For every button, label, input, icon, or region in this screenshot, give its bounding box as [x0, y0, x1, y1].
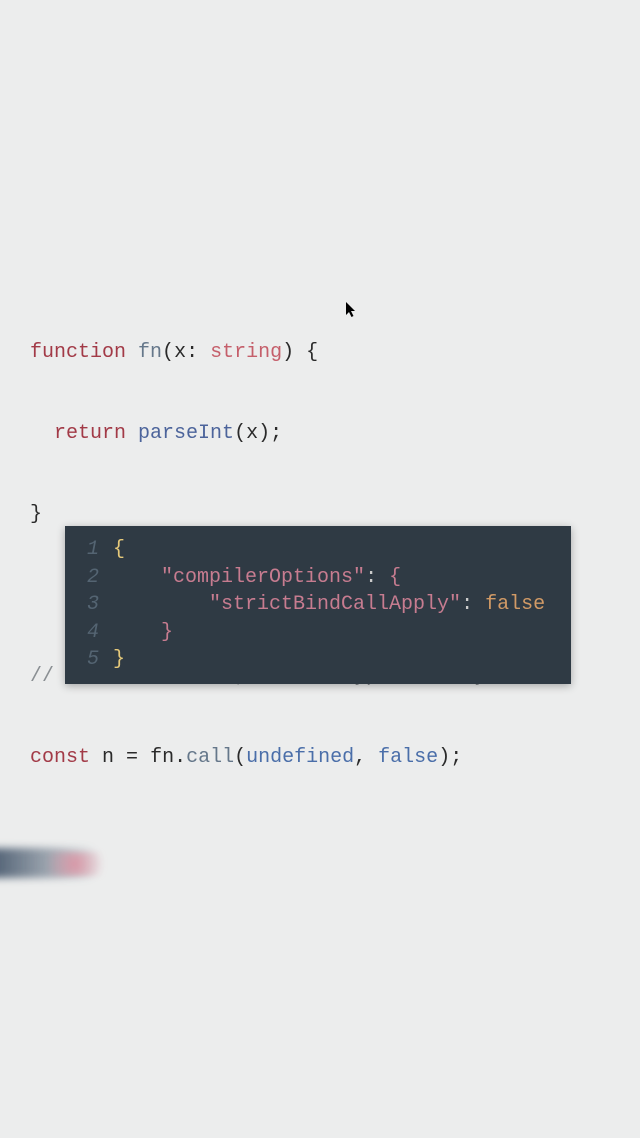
mouse-cursor-icon	[346, 302, 358, 318]
line-number: 5	[65, 646, 113, 674]
line-number: 3	[65, 591, 113, 619]
code-line-1: function fn(x: string) {	[30, 339, 610, 366]
code-line-2: return parseInt(x);	[30, 420, 610, 447]
motion-blur-artifact	[0, 840, 130, 888]
json-line-3: 3 "strictBindCallApply": false	[65, 591, 571, 619]
code-line-3: }	[30, 501, 610, 528]
code-block-json[interactable]: 1 { 2 "compilerOptions": { 3 "strictBind…	[65, 526, 571, 684]
line-number: 2	[65, 564, 113, 592]
json-line-1: 1 {	[65, 536, 571, 564]
json-line-4: 4 }	[65, 619, 571, 647]
line-number: 1	[65, 536, 113, 564]
json-line-5: 5 }	[65, 646, 571, 674]
code-line-6: const n = fn.call(undefined, false);	[30, 744, 610, 771]
line-number: 4	[65, 619, 113, 647]
json-line-2: 2 "compilerOptions": {	[65, 564, 571, 592]
